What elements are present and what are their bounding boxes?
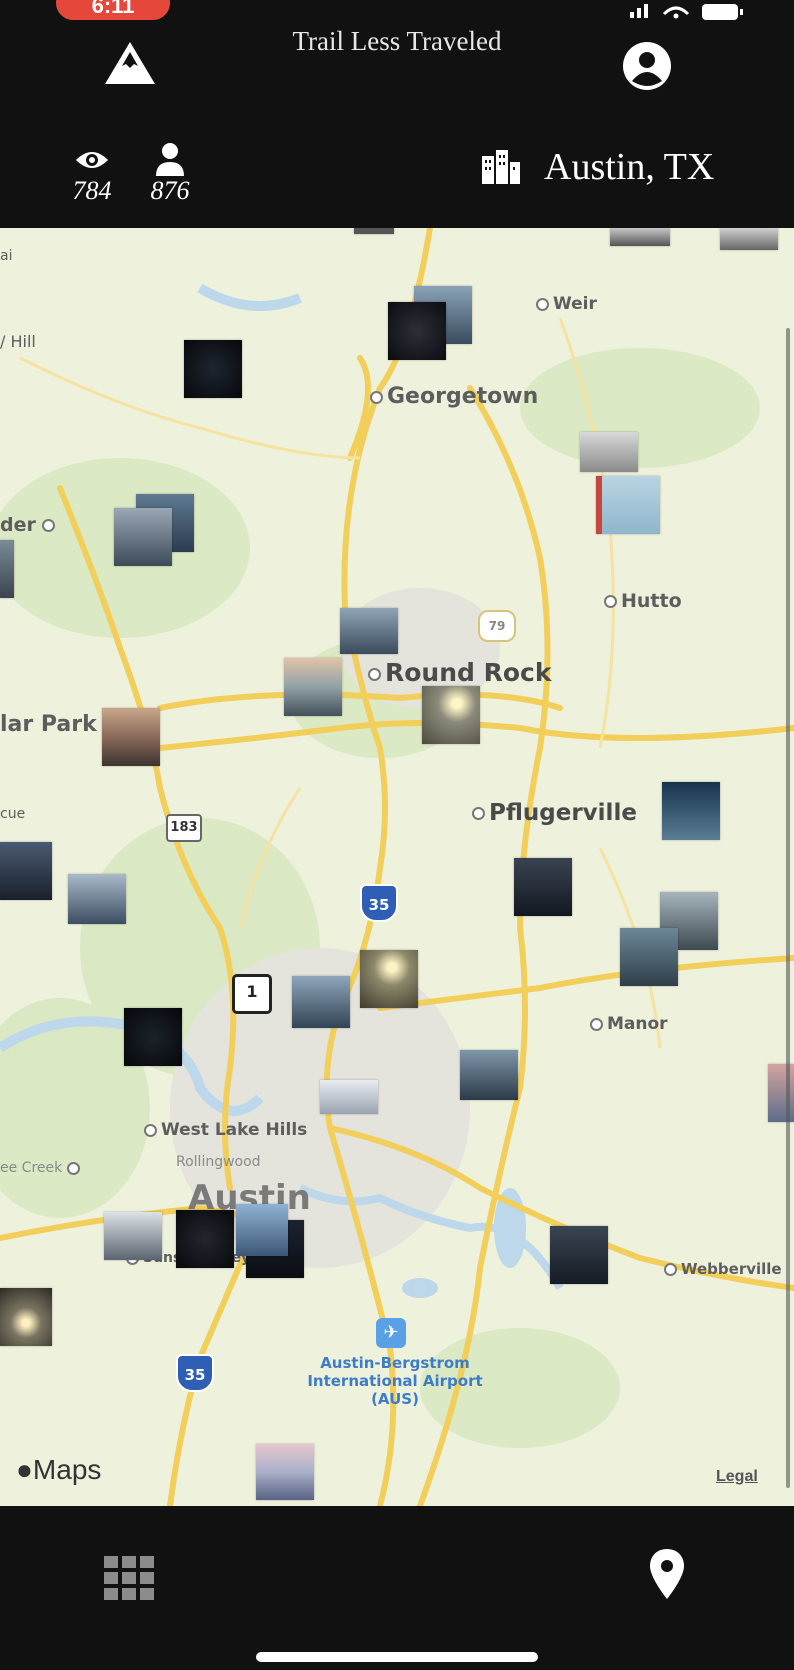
photo-pin[interactable] xyxy=(610,228,670,246)
place-hutto: Hutto xyxy=(604,590,682,612)
i-35-shield: 35 xyxy=(360,884,398,922)
loop-1-shield: 1 xyxy=(232,974,272,1014)
photo-pin[interactable] xyxy=(236,1204,288,1256)
apple-maps-attribution[interactable]: ●Maps xyxy=(16,1454,101,1486)
mountain-logo-icon[interactable] xyxy=(104,40,156,86)
photo-pin[interactable] xyxy=(354,228,394,234)
city-buildings-icon xyxy=(482,150,520,184)
photo-pin[interactable] xyxy=(256,1444,314,1500)
map-scrollbar[interactable] xyxy=(786,328,790,1488)
photo-pin[interactable] xyxy=(768,1064,794,1122)
photo-pin[interactable] xyxy=(720,228,778,250)
place-manor: Manor xyxy=(590,1014,668,1034)
place-airport: Austin-Bergstrom International Airport (… xyxy=(307,1354,483,1408)
tab-bar xyxy=(0,1506,794,1670)
map-view[interactable]: Weir Georgetown Hutto Round Rock lar Par… xyxy=(0,228,794,1506)
photo-pin[interactable] xyxy=(340,608,398,654)
status-time: 6:11 xyxy=(56,0,170,20)
photo-pin[interactable] xyxy=(292,976,350,1028)
person-icon xyxy=(156,143,184,176)
place-round-rock: Round Rock xyxy=(368,658,552,687)
users-stat: 876 xyxy=(142,142,198,204)
place-leander: der xyxy=(0,514,59,536)
airplane-icon: ✈ xyxy=(383,1322,399,1343)
place-cedar-park: lar Park xyxy=(0,712,97,737)
i-35-south-shield: 35 xyxy=(176,1354,214,1392)
city-selector[interactable]: Austin, TX xyxy=(480,142,714,192)
photo-pin[interactable] xyxy=(580,432,638,472)
photo-pin[interactable] xyxy=(422,686,480,744)
grid-view-icon[interactable] xyxy=(104,1556,154,1600)
city-name: Austin, TX xyxy=(544,146,715,188)
place-hill: / Hill xyxy=(0,332,36,351)
apple-logo-icon: ● xyxy=(16,1454,33,1485)
photo-pin[interactable] xyxy=(360,950,418,1008)
photo-pin[interactable] xyxy=(388,302,446,360)
profile-icon[interactable] xyxy=(622,41,672,91)
photo-pin[interactable] xyxy=(176,1210,234,1268)
place-rollingwood: Rollingwood xyxy=(176,1154,261,1170)
photo-pin[interactable] xyxy=(124,1008,182,1066)
photo-pin[interactable] xyxy=(514,858,572,916)
photo-pin[interactable] xyxy=(0,540,14,598)
map-base-layer xyxy=(0,228,794,1506)
users-count: 876 xyxy=(150,176,190,205)
eye-icon xyxy=(76,152,108,168)
place-bee-cave: ee Creek xyxy=(0,1160,84,1176)
photo-pin[interactable] xyxy=(102,708,160,766)
photo-pin[interactable] xyxy=(320,1080,378,1114)
status-icons xyxy=(630,0,750,24)
legal-link[interactable]: Legal xyxy=(716,1468,758,1486)
map-pin-icon[interactable] xyxy=(648,1548,686,1600)
us-79-shield: 79 xyxy=(478,610,516,642)
us-183-shield: 183 xyxy=(166,814,202,842)
home-indicator[interactable] xyxy=(256,1652,538,1662)
photo-pin[interactable] xyxy=(662,782,720,840)
photo-pin[interactable] xyxy=(0,842,52,900)
place-georgetown: Georgetown xyxy=(370,384,538,409)
airport-marker[interactable]: ✈ xyxy=(376,1318,406,1348)
photo-pin[interactable] xyxy=(114,508,172,566)
views-stat: 784 xyxy=(64,142,120,204)
photo-pin[interactable] xyxy=(460,1050,518,1100)
photo-pin[interactable] xyxy=(284,658,342,716)
views-count: 784 xyxy=(72,176,112,205)
place-left-a: ai xyxy=(0,248,13,264)
photo-pin[interactable] xyxy=(596,476,660,534)
status-bar: 6:11 xyxy=(0,0,794,22)
place-webberville: Webberville xyxy=(664,1260,782,1278)
photo-pin[interactable] xyxy=(68,874,126,924)
photo-pin[interactable] xyxy=(620,928,678,986)
place-west-lake-hills: West Lake Hills xyxy=(144,1120,307,1140)
photo-pin[interactable] xyxy=(550,1226,608,1284)
photo-pin[interactable] xyxy=(104,1212,162,1260)
photo-pin[interactable] xyxy=(184,340,242,398)
signal-wifi-battery-icon xyxy=(630,4,743,20)
photo-pin[interactable] xyxy=(0,1288,52,1346)
app-header: 6:11 Trail Less Traveled 784 876 Austin,… xyxy=(0,0,794,228)
place-weir: Weir xyxy=(536,294,597,314)
place-left-b: cue xyxy=(0,806,26,822)
place-pflugerville: Pflugerville xyxy=(472,800,637,826)
